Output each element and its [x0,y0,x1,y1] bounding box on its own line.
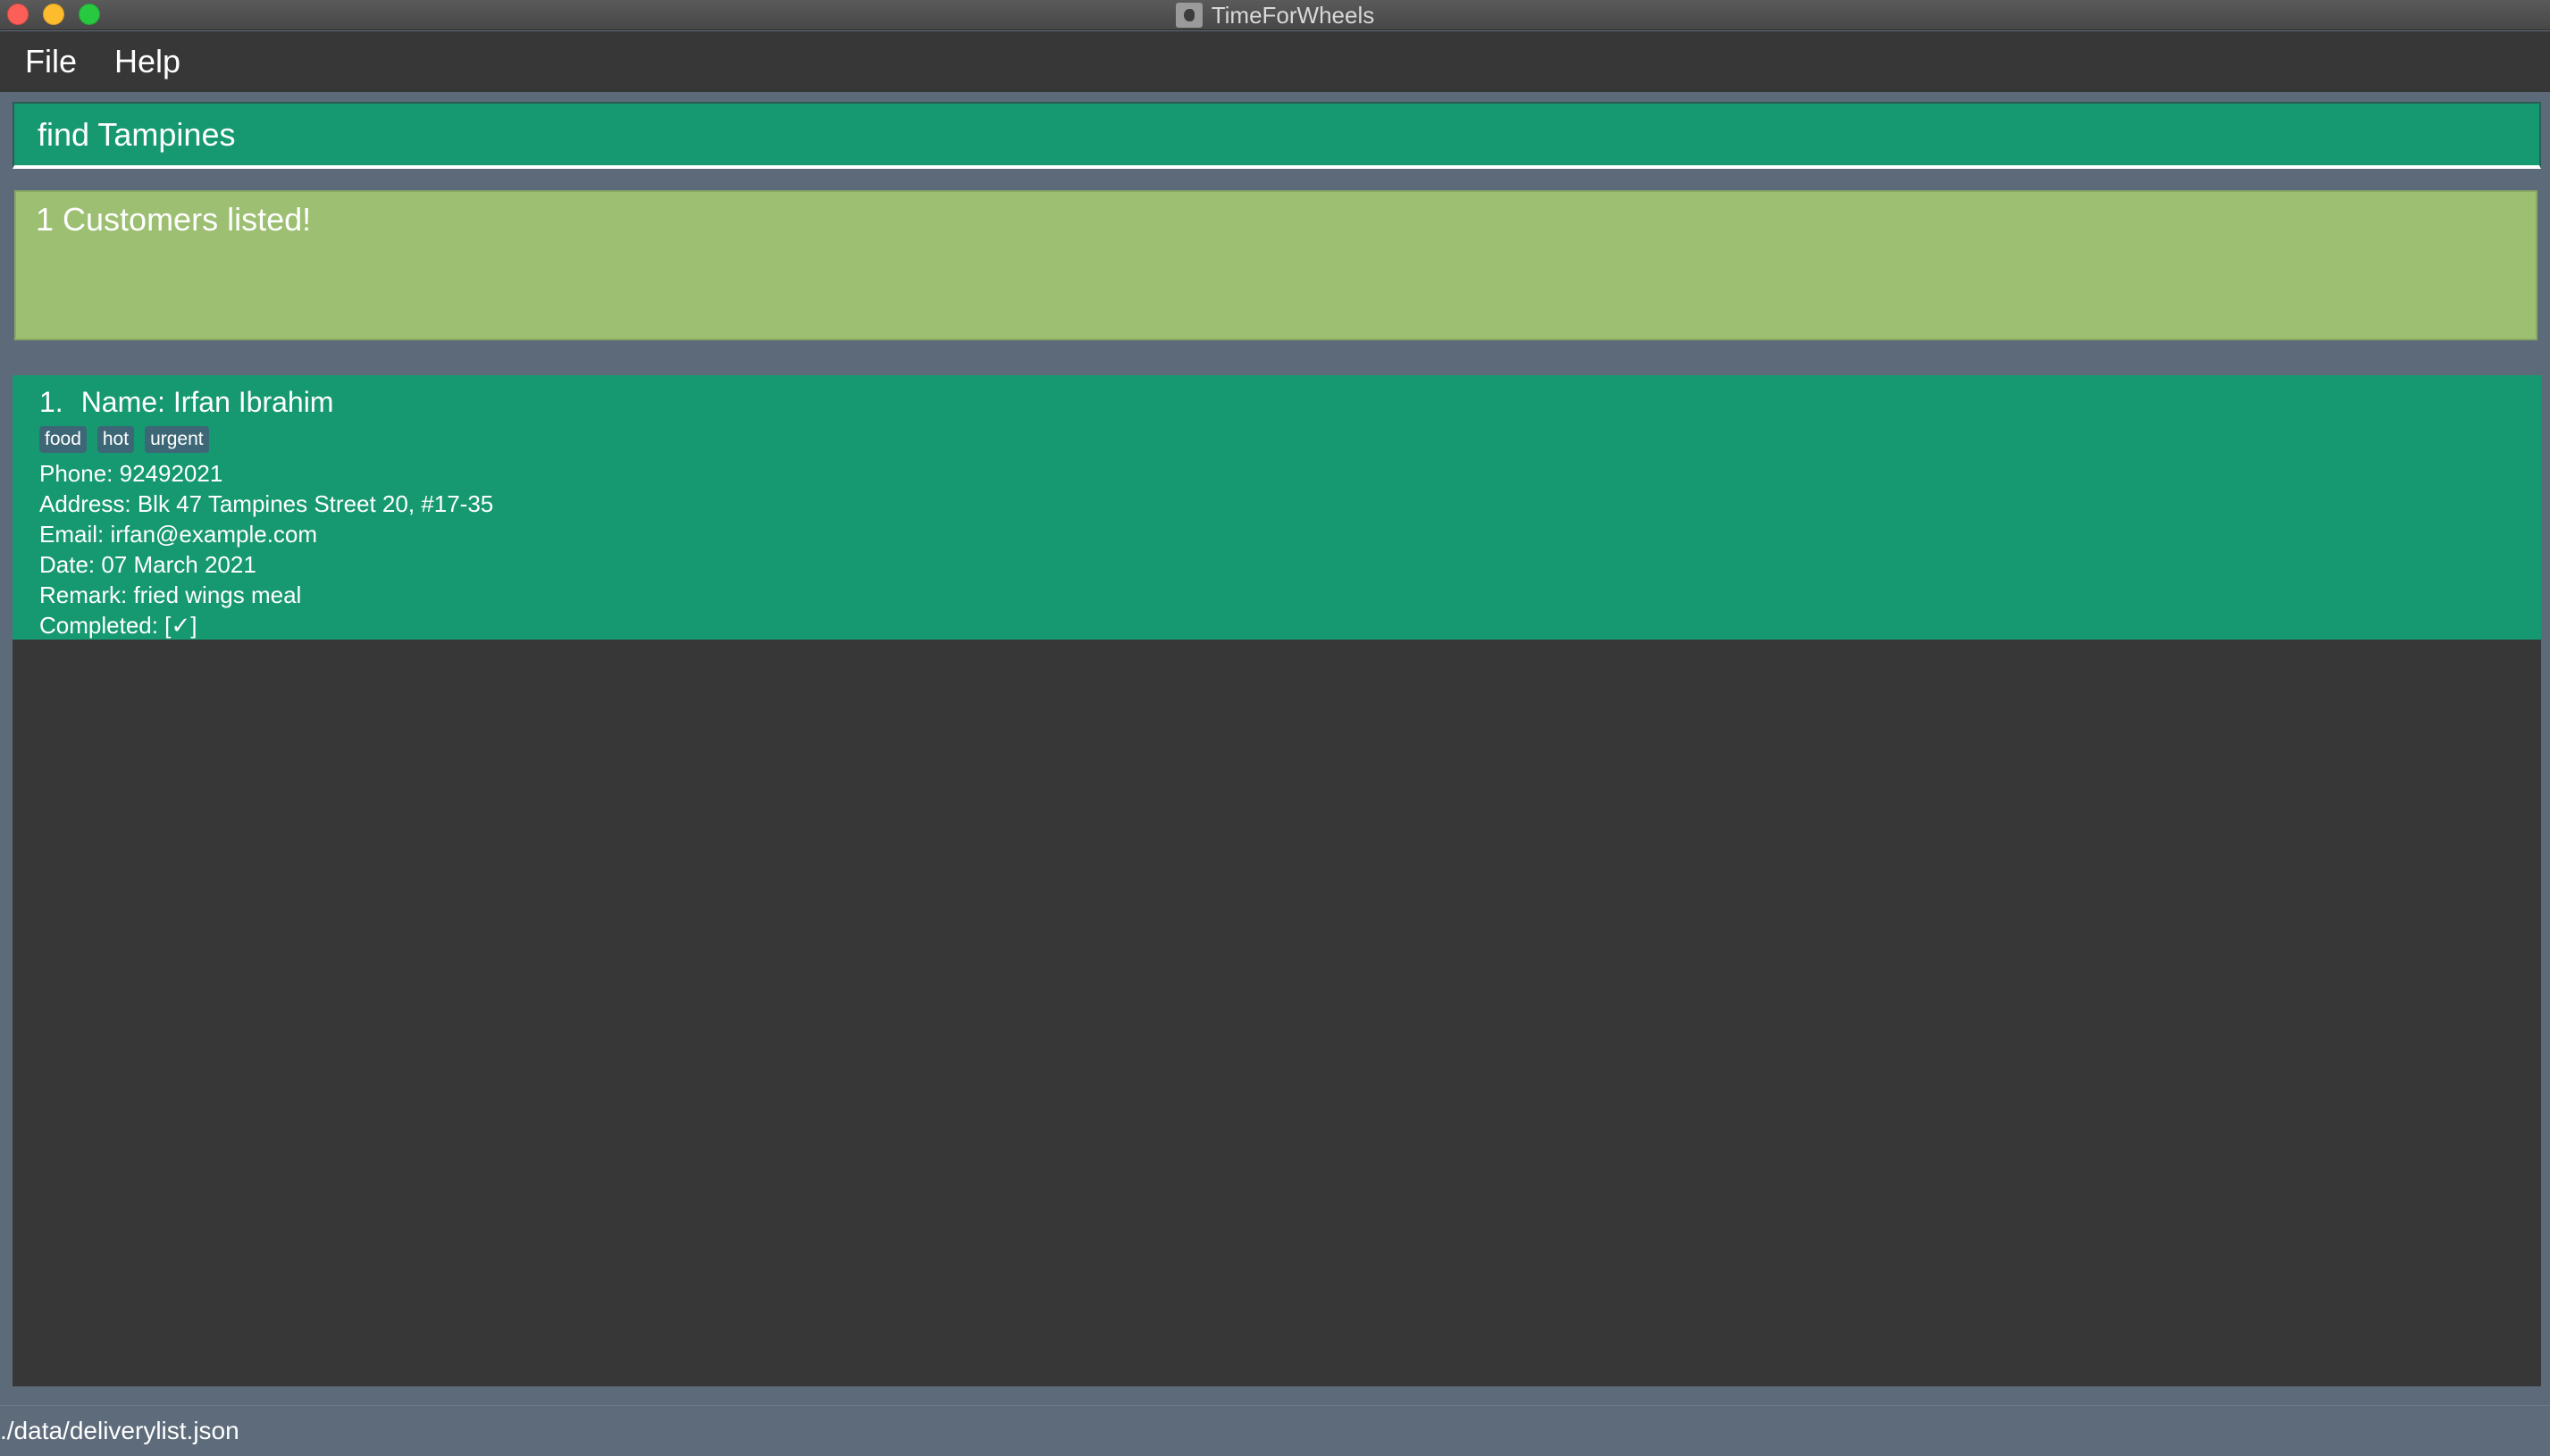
result-display: 1 Customers listed! [14,190,2537,340]
result-display-pane: 1 Customers listed! [0,177,2550,356]
command-box[interactable] [13,102,2541,169]
customer-name: Name: Irfan Ibrahim [80,386,334,418]
title-group: TimeForWheels [0,0,2550,30]
app-window: TimeForWheels File Help 1 Customers list… [0,0,2550,1456]
command-input[interactable] [38,115,2539,154]
tag-urgent: urgent [145,426,209,453]
status-bar: ./data/deliverylist.json [0,1405,2550,1456]
customer-remark: Remark: fried wings meal [39,582,302,608]
customer-email: Email: irfan@example.com [39,521,318,548]
save-location-path: ./data/deliverylist.json [0,1417,239,1444]
result-message: 1 Customers listed! [36,201,312,238]
customer-index: 1. [39,386,63,418]
menu-file[interactable]: File [25,43,77,80]
customer-date: Date: 07 March 2021 [39,551,256,578]
tag-food: food [39,426,87,453]
customer-address: Address: Blk 47 Tampines Street 20, #17-… [39,490,494,517]
command-box-pane [0,92,2550,177]
customer-card[interactable]: 1. Name: Irfan Ibrahim food hot urgent P… [13,375,2541,640]
app-icon [1175,3,1203,28]
customer-card-header: 1. Name: Irfan Ibrahim [39,386,2514,419]
tag-hot: hot [96,426,135,453]
customer-tags: food hot urgent [39,426,2514,453]
customer-phone: Phone: 92492021 [39,460,223,487]
menu-bar: File Help [0,31,2550,92]
menu-help[interactable]: Help [114,43,180,80]
title-bar: TimeForWheels [0,0,2550,30]
window-title: TimeForWheels [1211,1,1375,29]
customer-list-pane: 1. Name: Irfan Ibrahim food hot urgent P… [0,356,2550,1405]
customer-completed: Completed: [✓] [39,612,197,639]
customer-list[interactable]: 1. Name: Irfan Ibrahim food hot urgent P… [13,375,2541,1386]
